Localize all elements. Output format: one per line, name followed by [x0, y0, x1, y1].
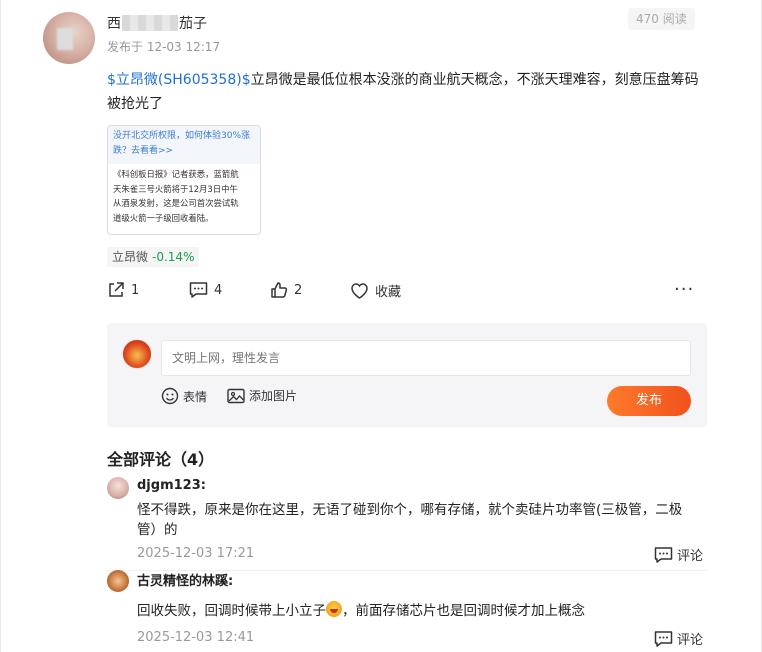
- current-user-avatar: [122, 339, 152, 369]
- author-name-prefix: 西: [107, 16, 121, 32]
- comment-input[interactable]: [161, 340, 691, 376]
- comment-author[interactable]: 古灵精怪的林蹊:: [137, 570, 233, 589]
- image-text-line: 《科创板日报》记者获悉，蓝箭航: [113, 169, 239, 179]
- post-time: 发布于 12-03 12:17: [107, 40, 221, 54]
- image-text-line: 从酒泉发射，这是公司首次尝试轨: [113, 198, 239, 208]
- image-ad-banner: 没开北交所权限，如何体验30%涨 跌？去看看>>: [108, 126, 260, 164]
- image-ad-line: 跌？去看看>>: [113, 146, 174, 156]
- comment-button[interactable]: 4: [189, 281, 222, 299]
- stock-link[interactable]: $立昂微(SH605358)$: [107, 72, 251, 88]
- favorite-button[interactable]: 收藏: [350, 281, 401, 300]
- comment-avatar[interactable]: [107, 477, 129, 499]
- add-image-label: 添加图片: [249, 389, 298, 403]
- comment-text-part: ，前面存储芯片也是回调时候才加上概念: [342, 603, 585, 619]
- stock-tag-change: -0.14%: [152, 250, 195, 264]
- stock-tag[interactable]: 立昂微 -0.14%: [107, 247, 200, 267]
- author-name-suffix: 茄子: [179, 16, 207, 32]
- attached-image[interactable]: 没开北交所权限，如何体验30%涨 跌？去看看>> 《科创板日报》记者获悉，蓝箭航…: [107, 125, 261, 235]
- grin-emoji-icon: [326, 601, 342, 617]
- reply-button[interactable]: 评论: [654, 629, 703, 648]
- read-count-badge: 470 阅读: [628, 8, 695, 30]
- share-button[interactable]: 1: [107, 281, 139, 299]
- image-text-line: 天朱雀三号火箭将于12月3日中午: [113, 183, 238, 194]
- comment-time: 2025-12-03 17:21: [137, 546, 255, 561]
- comment-text: 怪不得跌，原来是你在这里，无语了碰到你个，哪有存储，就个卖硅片功率管(三极管，二…: [137, 500, 717, 540]
- author-name-mask: [122, 15, 178, 31]
- publish-button[interactable]: 发布: [607, 386, 691, 416]
- heart-icon: [351, 282, 368, 299]
- comment-time: 2025-12-03 12:41: [137, 630, 255, 645]
- image-ad-line: 没开北交所权限，如何体验30%涨: [113, 131, 251, 141]
- post-content: $立昂微(SH605358)$立昂微是最低位根本没涨的商业航天概念，不涨天理难容…: [107, 68, 707, 116]
- like-button[interactable]: 2: [270, 281, 302, 299]
- image-text: 《科创板日报》记者获悉，蓝箭航 天朱雀三号火箭将于12月3日中午 从酒泉发射，这…: [108, 164, 260, 228]
- author-avatar[interactable]: [43, 12, 95, 64]
- comment-icon: [654, 546, 673, 563]
- reply-label: 评论: [677, 549, 704, 564]
- reply-label: 评论: [677, 633, 704, 648]
- favorite-label: 收藏: [375, 285, 402, 300]
- add-image-button[interactable]: 添加图片: [227, 387, 297, 404]
- emoji-icon: [161, 387, 179, 405]
- reply-button[interactable]: 评论: [654, 545, 703, 564]
- author-name[interactable]: 西 茄子: [107, 13, 207, 33]
- like-count: 2: [294, 282, 303, 298]
- emoji-label: 表情: [183, 389, 208, 404]
- comment-count: 4: [214, 282, 223, 298]
- comment-avatar[interactable]: [107, 570, 129, 592]
- comment-text-line: 怪不得跌，原来是你在这里，无语了碰到你个，哪有存储，就个卖硅片功率管(三极管，二…: [137, 502, 683, 518]
- comment-text-part: 回收失败，回调时候带上小立子: [137, 603, 326, 619]
- comment-icon: [189, 282, 208, 298]
- stock-tag-name: 立昂微: [112, 250, 149, 264]
- share-count: 1: [131, 282, 140, 298]
- emoji-button[interactable]: 表情: [161, 387, 207, 405]
- image-text-line: 道级火箭一子级回收着陆。: [113, 212, 214, 223]
- thumbs-up-icon: [271, 282, 288, 298]
- more-icon[interactable]: ···: [674, 281, 694, 299]
- comment-icon: [654, 630, 673, 647]
- comment-author[interactable]: djgm123:: [137, 478, 206, 493]
- post-actions: 1 4 2 收藏 ···: [0, 281, 762, 303]
- comment-text-line: 管）的: [137, 522, 178, 538]
- comment-text: 回收失败，回调时候带上小立子 ，前面存储芯片也是回调时候才加上概念: [137, 601, 717, 621]
- comment-composer: 表情 添加图片 发布: [107, 323, 707, 427]
- share-icon: [109, 282, 124, 297]
- comments-title: 全部评论（4）: [107, 450, 215, 469]
- image-icon: [227, 388, 245, 403]
